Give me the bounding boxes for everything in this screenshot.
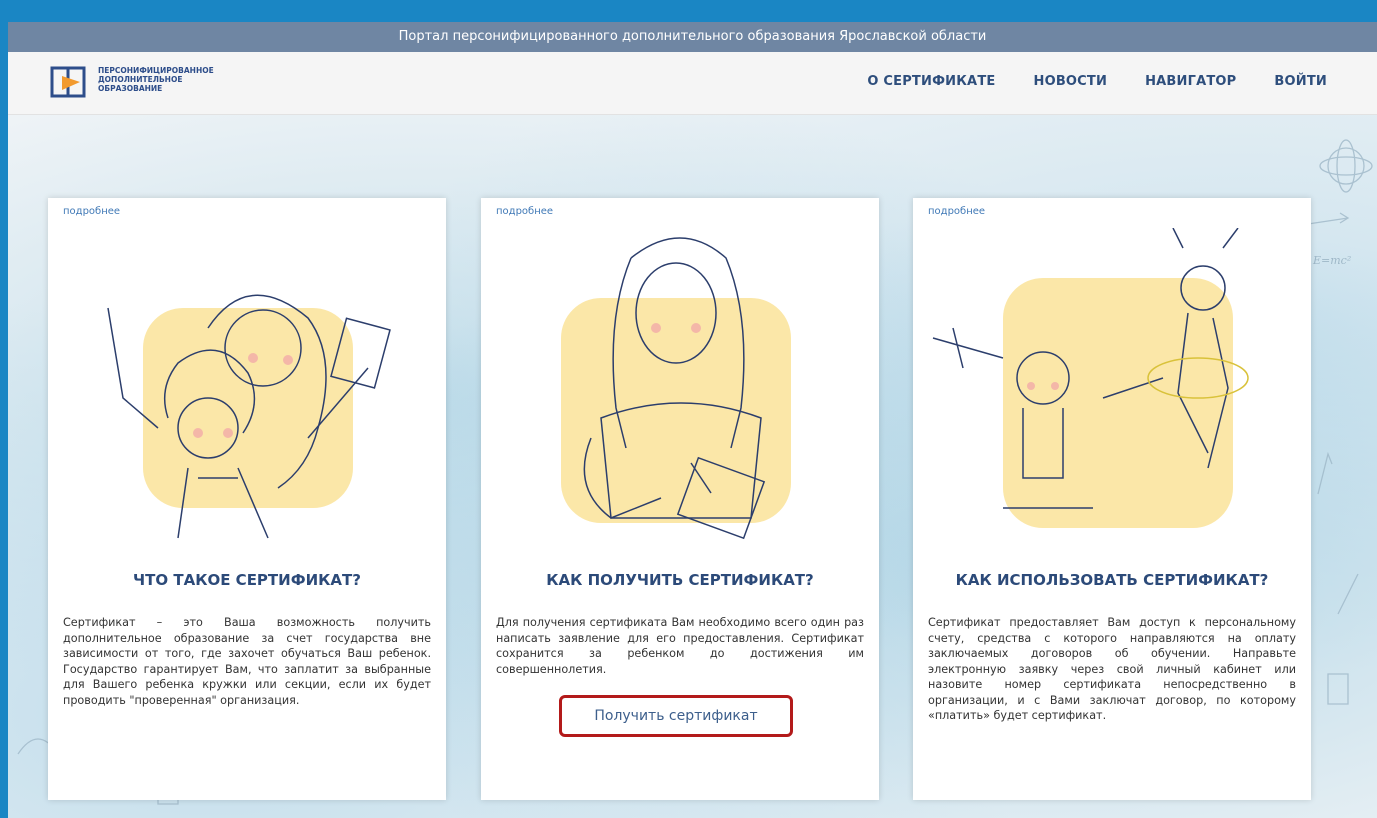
card-title: КАК ПОЛУЧИТЬ СЕРТИФИКАТ?	[546, 571, 814, 589]
more-link[interactable]: подробнее	[63, 206, 120, 217]
site-logo[interactable]: ПЕРСОНИФИЦИРОВАННОЕ ДОПОЛНИТЕЛЬНОЕ ОБРАЗ…	[48, 62, 248, 104]
nav-item-login[interactable]: ВОЙТИ	[1274, 74, 1327, 89]
get-certificate-button[interactable]: Получить сертификат	[562, 698, 790, 734]
get-certificate-button-highlight: Получить сертификат	[559, 695, 793, 737]
woman-signing-illustration	[481, 228, 879, 563]
card-title: КАК ИСПОЛЬЗОВАТЬ СЕРТИФИКАТ?	[955, 571, 1269, 589]
logo-text: ПЕРСОНИФИЦИРОВАННОЕ ДОПОЛНИТЕЛЬНОЕ ОБРАЗ…	[98, 66, 214, 93]
mother-child-illustration	[48, 228, 446, 563]
portal-title: Портал персонифицированного дополнительн…	[398, 29, 987, 44]
nav-item-news[interactable]: НОВОСТИ	[1033, 74, 1107, 89]
nav-item-navigator[interactable]: НАВИГАТОР	[1145, 74, 1236, 89]
card-text: Сертификат предоставляет Вам доступ к пе…	[928, 616, 1296, 722]
nav-item-about-certificate[interactable]: О СЕРТИФИКАТЕ	[867, 74, 995, 89]
logo-line-2: ДОПОЛНИТЕЛЬНОЕ	[98, 75, 183, 84]
card-text: Сертификат – это Ваша возможность получи…	[63, 616, 431, 707]
more-link[interactable]: подробнее	[928, 206, 985, 217]
card-text: Для получения сертификата Вам необходимо…	[496, 616, 864, 676]
browser-page: E=mc² Портал персонифицированного дополн…	[8, 22, 1377, 818]
logo-line-3: ОБРАЗОВАНИЕ	[98, 84, 163, 93]
card-how-to-get-certificate: подробнее КАК ПОЛУЧИТЬ СЕРТИФИКАТ? Для п…	[481, 198, 879, 800]
more-link[interactable]: подробнее	[496, 206, 553, 217]
portal-title-bar: Портал персонифицированного дополнительн…	[8, 22, 1377, 52]
main-nav: О СЕРТИФИКАТЕ НОВОСТИ НАВИГАТОР ВОЙТИ	[867, 74, 1327, 89]
kids-activities-illustration	[913, 227, 1311, 563]
logo-icon	[50, 66, 86, 98]
svg-text:E=mc²: E=mc²	[1312, 254, 1351, 267]
card-what-is-certificate: подробнее ЧТО ТАКОЕ СЕРТИФИКАТ? Сертифик…	[48, 198, 446, 800]
card-title: ЧТО ТАКОЕ СЕРТИФИКАТ?	[133, 571, 361, 589]
site-header: ПЕРСОНИФИЦИРОВАННОЕ ДОПОЛНИТЕЛЬНОЕ ОБРАЗ…	[8, 52, 1377, 115]
logo-line-1: ПЕРСОНИФИЦИРОВАННОЕ	[98, 66, 214, 75]
card-how-to-use-certificate: подробнее КАК ИСПОЛЬЗОВАТЬ СЕРТИФИКАТ? С…	[913, 198, 1311, 800]
